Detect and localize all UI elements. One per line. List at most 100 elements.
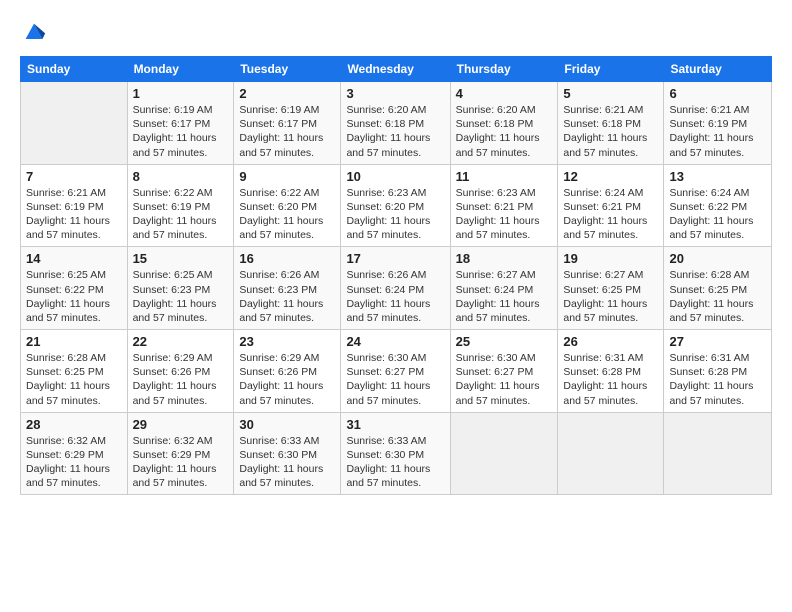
calendar-cell: 25Sunrise: 6:30 AM Sunset: 6:27 PM Dayli… — [450, 330, 558, 413]
calendar-cell: 23 Sunrise: 6:29 AM Sunset: 6:26 PM Dayli… — [234, 330, 341, 413]
day-number: 31 — [346, 417, 444, 432]
day-detail: Sunrise: 6:21 AM Sunset: 6:19 PM Dayligh… — [26, 186, 122, 243]
day-detail: Sunrise: 6:27 AM Sunset: 6:24 PM Dayligh… — [456, 268, 553, 325]
page: SundayMondayTuesdayWednesdayThursdayFrid… — [0, 0, 792, 612]
calendar-cell: 4 Sunrise: 6:20 AM Sunset: 6:18 PM Daylig… — [450, 82, 558, 165]
calendar-cell: 22Sunrise: 6:29 AM Sunset: 6:26 PM Dayli… — [127, 330, 234, 413]
calendar-cell: 26 Sunrise: 6:31 AM Sunset: 6:28 PM Dayli… — [558, 330, 664, 413]
weekday-header: Saturday — [664, 57, 772, 82]
day-number: 29 — [133, 417, 229, 432]
calendar-week-row: 21 Sunrise: 6:28 AM Sunset: 6:25 PM Dayli… — [21, 330, 772, 413]
day-detail: Sunrise: 6:25 AM Sunset: 6:23 PM Dayligh… — [133, 268, 229, 325]
day-detail: Sunrise: 6:24 AM Sunset: 6:22 PM Dayligh… — [669, 186, 766, 243]
day-detail: Sunrise: 6:19 AM Sunset: 6:17 PM Dayligh… — [239, 103, 335, 160]
calendar-cell: 9Sunrise: 6:22 AM Sunset: 6:20 PM Daylig… — [234, 164, 341, 247]
day-number: 3 — [346, 86, 444, 101]
calendar-cell: 20 Sunrise: 6:28 AM Sunset: 6:25 PM Dayli… — [664, 247, 772, 330]
weekday-header: Sunday — [21, 57, 128, 82]
day-detail: Sunrise: 6:24 AM Sunset: 6:21 PM Dayligh… — [563, 186, 658, 243]
day-detail: Sunrise: 6:33 AM Sunset: 6:30 PM Dayligh… — [346, 434, 444, 491]
day-detail: Sunrise: 6:21 AM Sunset: 6:19 PM Dayligh… — [669, 103, 766, 160]
day-number: 27 — [669, 334, 766, 349]
day-number: 25 — [456, 334, 553, 349]
calendar-cell: 21 Sunrise: 6:28 AM Sunset: 6:25 PM Dayli… — [21, 330, 128, 413]
weekday-header-row: SundayMondayTuesdayWednesdayThursdayFrid… — [21, 57, 772, 82]
calendar-table: SundayMondayTuesdayWednesdayThursdayFrid… — [20, 56, 772, 495]
weekday-header: Tuesday — [234, 57, 341, 82]
day-detail: Sunrise: 6:20 AM Sunset: 6:18 PM Dayligh… — [456, 103, 553, 160]
calendar-cell: 24Sunrise: 6:30 AM Sunset: 6:27 PM Dayli… — [341, 330, 450, 413]
day-number: 18 — [456, 251, 553, 266]
day-number: 9 — [239, 169, 335, 184]
calendar-cell: 3 Sunrise: 6:20 AM Sunset: 6:18 PM Daylig… — [341, 82, 450, 165]
logo — [20, 18, 50, 46]
day-number: 30 — [239, 417, 335, 432]
day-detail: Sunrise: 6:31 AM Sunset: 6:28 PM Dayligh… — [669, 351, 766, 408]
day-number: 14 — [26, 251, 122, 266]
day-number: 23 — [239, 334, 335, 349]
calendar-cell: 10 Sunrise: 6:23 AM Sunset: 6:20 PM Dayli… — [341, 164, 450, 247]
calendar-cell: 6 Sunrise: 6:21 AM Sunset: 6:19 PM Daylig… — [664, 82, 772, 165]
calendar-cell: 8Sunrise: 6:22 AM Sunset: 6:19 PM Daylig… — [127, 164, 234, 247]
calendar-cell: 13 Sunrise: 6:24 AM Sunset: 6:22 PM Dayli… — [664, 164, 772, 247]
day-number: 24 — [346, 334, 444, 349]
day-detail: Sunrise: 6:27 AM Sunset: 6:25 PM Dayligh… — [563, 268, 658, 325]
day-number: 11 — [456, 169, 553, 184]
day-detail: Sunrise: 6:21 AM Sunset: 6:18 PM Dayligh… — [563, 103, 658, 160]
calendar-cell: 5 Sunrise: 6:21 AM Sunset: 6:18 PM Daylig… — [558, 82, 664, 165]
day-detail: Sunrise: 6:28 AM Sunset: 6:25 PM Dayligh… — [669, 268, 766, 325]
day-number: 16 — [239, 251, 335, 266]
day-number: 2 — [239, 86, 335, 101]
day-detail: Sunrise: 6:23 AM Sunset: 6:21 PM Dayligh… — [456, 186, 553, 243]
day-number: 5 — [563, 86, 658, 101]
calendar-cell — [558, 412, 664, 495]
calendar-week-row: 14 Sunrise: 6:25 AM Sunset: 6:22 PM Dayli… — [21, 247, 772, 330]
day-number: 4 — [456, 86, 553, 101]
calendar-cell: 28 Sunrise: 6:32 AM Sunset: 6:29 PM Dayli… — [21, 412, 128, 495]
calendar-cell: 18 Sunrise: 6:27 AM Sunset: 6:24 PM Dayli… — [450, 247, 558, 330]
day-number: 26 — [563, 334, 658, 349]
day-detail: Sunrise: 6:29 AM Sunset: 6:26 PM Dayligh… — [133, 351, 229, 408]
day-detail: Sunrise: 6:32 AM Sunset: 6:29 PM Dayligh… — [133, 434, 229, 491]
day-number: 10 — [346, 169, 444, 184]
calendar-cell: 11 Sunrise: 6:23 AM Sunset: 6:21 PM Dayli… — [450, 164, 558, 247]
day-detail: Sunrise: 6:20 AM Sunset: 6:18 PM Dayligh… — [346, 103, 444, 160]
day-detail: Sunrise: 6:33 AM Sunset: 6:30 PM Dayligh… — [239, 434, 335, 491]
day-number: 1 — [133, 86, 229, 101]
day-number: 17 — [346, 251, 444, 266]
day-number: 21 — [26, 334, 122, 349]
day-detail: Sunrise: 6:22 AM Sunset: 6:19 PM Dayligh… — [133, 186, 229, 243]
day-detail: Sunrise: 6:26 AM Sunset: 6:23 PM Dayligh… — [239, 268, 335, 325]
day-number: 7 — [26, 169, 122, 184]
calendar-cell — [21, 82, 128, 165]
calendar-cell — [664, 412, 772, 495]
calendar-cell: 15Sunrise: 6:25 AM Sunset: 6:23 PM Dayli… — [127, 247, 234, 330]
day-number: 19 — [563, 251, 658, 266]
day-detail: Sunrise: 6:19 AM Sunset: 6:17 PM Dayligh… — [133, 103, 229, 160]
day-detail: Sunrise: 6:23 AM Sunset: 6:20 PM Dayligh… — [346, 186, 444, 243]
calendar-cell: 16 Sunrise: 6:26 AM Sunset: 6:23 PM Dayli… — [234, 247, 341, 330]
day-detail: Sunrise: 6:29 AM Sunset: 6:26 PM Dayligh… — [239, 351, 335, 408]
logo-icon — [20, 18, 48, 46]
day-number: 12 — [563, 169, 658, 184]
header — [20, 18, 772, 46]
day-detail: Sunrise: 6:32 AM Sunset: 6:29 PM Dayligh… — [26, 434, 122, 491]
calendar-cell: 12 Sunrise: 6:24 AM Sunset: 6:21 PM Dayli… — [558, 164, 664, 247]
day-detail: Sunrise: 6:28 AM Sunset: 6:25 PM Dayligh… — [26, 351, 122, 408]
day-detail: Sunrise: 6:26 AM Sunset: 6:24 PM Dayligh… — [346, 268, 444, 325]
calendar-week-row: 7 Sunrise: 6:21 AM Sunset: 6:19 PM Daylig… — [21, 164, 772, 247]
calendar-cell: 19 Sunrise: 6:27 AM Sunset: 6:25 PM Dayli… — [558, 247, 664, 330]
calendar-week-row: 1 Sunrise: 6:19 AM Sunset: 6:17 PM Daylig… — [21, 82, 772, 165]
calendar-cell: 31 Sunrise: 6:33 AM Sunset: 6:30 PM Dayli… — [341, 412, 450, 495]
day-number: 6 — [669, 86, 766, 101]
day-detail: Sunrise: 6:25 AM Sunset: 6:22 PM Dayligh… — [26, 268, 122, 325]
day-number: 13 — [669, 169, 766, 184]
calendar-cell: 1 Sunrise: 6:19 AM Sunset: 6:17 PM Daylig… — [127, 82, 234, 165]
day-number: 28 — [26, 417, 122, 432]
calendar-cell: 27 Sunrise: 6:31 AM Sunset: 6:28 PM Dayli… — [664, 330, 772, 413]
day-number: 20 — [669, 251, 766, 266]
weekday-header: Friday — [558, 57, 664, 82]
calendar-cell: 17 Sunrise: 6:26 AM Sunset: 6:24 PM Dayli… — [341, 247, 450, 330]
calendar-week-row: 28 Sunrise: 6:32 AM Sunset: 6:29 PM Dayli… — [21, 412, 772, 495]
day-detail: Sunrise: 6:31 AM Sunset: 6:28 PM Dayligh… — [563, 351, 658, 408]
